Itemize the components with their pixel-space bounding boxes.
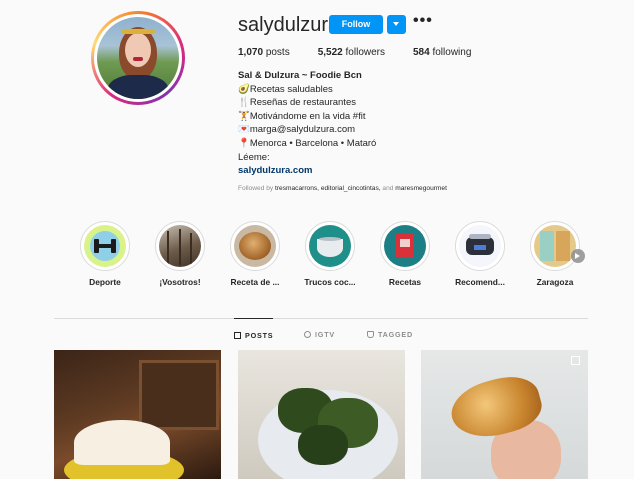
highlight-label: ¡Vosotros! bbox=[159, 277, 201, 287]
suggested-accounts-button[interactable] bbox=[387, 15, 406, 34]
profile-username: salydulzura bbox=[238, 14, 340, 36]
following-count-label: following bbox=[432, 47, 472, 58]
meringue-pie-shape bbox=[74, 420, 170, 465]
post-thumbnail[interactable] bbox=[238, 350, 405, 479]
highlight-ring bbox=[530, 221, 580, 271]
highlight-ring bbox=[455, 221, 505, 271]
bio-line: 📍Menorca • Barcelona • Mataró bbox=[238, 137, 377, 149]
profile-website-link[interactable]: salydulzura.com bbox=[238, 164, 376, 178]
follow-button[interactable]: Follow bbox=[329, 15, 383, 34]
followers-count[interactable]: 5,522 followers bbox=[318, 47, 385, 58]
recipe-book-icon bbox=[384, 225, 426, 267]
kale-chips-shape bbox=[298, 425, 348, 465]
followed-by-and: and bbox=[380, 185, 396, 192]
bio-line: Léeme: bbox=[238, 151, 270, 163]
highlight-label: Trucos coc... bbox=[304, 277, 356, 287]
profile-full-name: Sal & Dulzura ~ Foodie Bcn bbox=[238, 70, 362, 81]
more-options-icon[interactable]: ••• bbox=[413, 12, 433, 30]
followed-by[interactable]: Followed by tresmacarrons, editorial_cin… bbox=[238, 185, 447, 192]
followers-count-value: 5,522 bbox=[317, 47, 343, 58]
bio-line: 🍴Reseñas de restaurantes bbox=[238, 97, 356, 109]
followers-count-label: followers bbox=[345, 47, 385, 58]
tab-posts[interactable]: POSTS bbox=[234, 318, 274, 348]
highlights-next-button[interactable] bbox=[571, 249, 585, 263]
bio-line: 🏋️Motivándome en la vida #fit bbox=[238, 110, 366, 122]
following-count-value: 584 bbox=[413, 47, 430, 58]
highlight-ring bbox=[380, 221, 430, 271]
tag-icon bbox=[367, 331, 374, 338]
post-thumbnail[interactable] bbox=[54, 350, 221, 479]
posts-count: 1,070 posts bbox=[238, 47, 290, 58]
followed-by-last[interactable]: maresmegourmet bbox=[395, 185, 447, 192]
avatar[interactable] bbox=[97, 17, 179, 99]
bio-line: 💌marga@salydulzura.com bbox=[238, 124, 356, 136]
highlight-label: Receta de ... bbox=[230, 277, 280, 287]
posts-grid bbox=[54, 350, 588, 479]
avatar-headband bbox=[121, 29, 155, 34]
avatar-frame bbox=[94, 14, 182, 102]
profile-avatar-ring[interactable] bbox=[91, 11, 185, 105]
highlight-ring bbox=[155, 221, 205, 271]
carousel-icon bbox=[571, 356, 580, 365]
posts-count-label: posts bbox=[265, 47, 290, 58]
tab-label: IGTV bbox=[315, 330, 335, 339]
highlight-label: Zaragoza bbox=[536, 277, 574, 287]
highlight-trucos[interactable]: Trucos coc... bbox=[295, 221, 365, 287]
bio-line: 🥑Recetas saludables bbox=[238, 83, 333, 95]
dumbbell-icon bbox=[84, 225, 126, 267]
highlight-ring bbox=[305, 221, 355, 271]
followed-by-prefix: Followed by bbox=[238, 185, 276, 192]
highlight-receta[interactable]: Receta de ... bbox=[220, 221, 290, 287]
radio-shape bbox=[139, 360, 219, 430]
chevron-right-icon bbox=[575, 253, 580, 259]
avatar-face bbox=[125, 33, 151, 67]
highlight-recetas[interactable]: Recetas bbox=[370, 221, 440, 287]
highlight-ring bbox=[230, 221, 280, 271]
tab-label: POSTS bbox=[245, 331, 274, 340]
highlight-vosotros[interactable]: ¡Vosotros! bbox=[145, 221, 215, 287]
tab-igtv[interactable]: IGTV bbox=[304, 318, 335, 348]
tab-tagged[interactable]: TAGGED bbox=[367, 318, 413, 348]
profile-stats: 1,070 posts 5,522 followers 584 followin… bbox=[238, 47, 499, 58]
avatar-shirt bbox=[107, 75, 169, 99]
highlight-ring bbox=[80, 221, 130, 271]
bread-icon bbox=[234, 225, 276, 267]
posts-count-value: 1,070 bbox=[238, 47, 264, 58]
igtv-icon bbox=[304, 331, 311, 338]
highlight-recomend[interactable]: Recomend... bbox=[445, 221, 515, 287]
avatar-lips bbox=[133, 57, 143, 61]
tab-label: TAGGED bbox=[378, 330, 414, 339]
profile-tabs: POSTS IGTV TAGGED bbox=[54, 318, 588, 348]
profile-bio: Sal & Dulzura ~ Foodie Bcn 🥑Recetas salu… bbox=[238, 69, 376, 178]
chevron-down-icon bbox=[393, 22, 399, 26]
grid-icon bbox=[234, 332, 241, 339]
bowl-icon bbox=[309, 225, 351, 267]
slow-cooker-icon bbox=[459, 225, 501, 267]
highlight-deporte[interactable]: Deporte bbox=[70, 221, 140, 287]
highlight-label: Recomend... bbox=[455, 277, 505, 287]
poster-icon bbox=[534, 225, 576, 267]
post-thumbnail[interactable] bbox=[421, 350, 588, 479]
highlight-label: Deporte bbox=[89, 277, 121, 287]
following-count[interactable]: 584 following bbox=[413, 47, 471, 58]
highlight-label: Recetas bbox=[388, 277, 422, 287]
story-highlights: Deporte ¡Vosotros! Receta de ... Trucos … bbox=[70, 221, 590, 291]
followed-by-names[interactable]: tresmacarrons, editorial_cincotintas, bbox=[275, 185, 381, 192]
forest-icon bbox=[159, 225, 201, 267]
